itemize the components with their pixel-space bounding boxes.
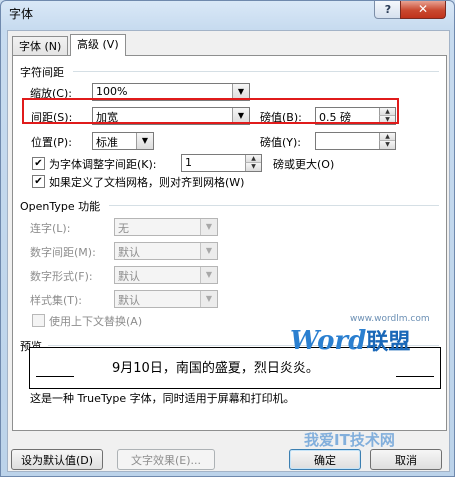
- help-button[interactable]: ?: [374, 1, 402, 19]
- stylistic-sets-combo[interactable]: 默认 ▼: [114, 290, 218, 308]
- chevron-down-icon[interactable]: ▼: [200, 243, 217, 259]
- close-button[interactable]: ✕: [400, 1, 446, 19]
- ligatures-label: 连字(L):: [30, 222, 71, 235]
- watermark-word: Word: [290, 326, 367, 356]
- position-combo[interactable]: 标准 ▼: [92, 132, 154, 150]
- font-description: 这是一种 TrueType 字体，同时适用于屏幕和打印机。: [30, 392, 295, 405]
- number-forms-combo[interactable]: 默认 ▼: [114, 266, 218, 284]
- kerning-checkbox[interactable]: ✔: [32, 157, 45, 170]
- section-divider: [109, 205, 439, 206]
- number-spacing-combo[interactable]: 默认 ▼: [114, 242, 218, 260]
- spin-down-icon[interactable]: ▼: [245, 162, 261, 171]
- snap-grid-checkbox[interactable]: ✔: [32, 175, 45, 188]
- preview-sample-text: 9月10日，南国的盛夏，烈日炎炎。: [112, 361, 319, 376]
- chevron-down-icon[interactable]: ▼: [136, 133, 153, 149]
- spacing-highlight-box: [22, 98, 399, 124]
- position-by-spinner[interactable]: ▲ ▼: [315, 132, 396, 150]
- ligatures-value: 无: [118, 222, 129, 235]
- spacing-section-title: 字符间距: [20, 66, 64, 79]
- font-dialog: 字体 ? ✕ 字体 (N) 高级 (V) 字符间距 缩放(C): 100% ▼ …: [0, 0, 455, 477]
- tab-font[interactable]: 字体 (N): [12, 36, 69, 56]
- kerning-suffix: 磅或更大(O): [273, 158, 335, 171]
- contextual-alternates-checkbox[interactable]: [32, 314, 45, 327]
- set-default-button[interactable]: 设为默认值(D): [11, 449, 103, 470]
- chevron-down-icon[interactable]: ▼: [200, 219, 217, 235]
- number-forms-value: 默认: [118, 270, 140, 283]
- watermark-url: www.wordlm.com: [350, 314, 430, 324]
- number-spacing-label: 数字间距(M):: [30, 246, 96, 259]
- section-divider: [73, 71, 439, 72]
- position-label: 位置(P):: [31, 136, 72, 149]
- snap-grid-label: 如果定义了文档网格，则对齐到网格(W): [49, 176, 245, 189]
- spin-down-icon[interactable]: ▼: [379, 140, 395, 149]
- contextual-alternates-label: 使用上下文替换(A): [49, 315, 143, 328]
- ligatures-combo[interactable]: 无 ▼: [114, 218, 218, 236]
- watermark-logo: www.wordlm.com Word联盟: [290, 314, 430, 356]
- text-effects-button[interactable]: 文字效果(E)...: [117, 449, 215, 470]
- cancel-button[interactable]: 取消: [370, 449, 442, 470]
- title-bar[interactable]: 字体 ? ✕: [1, 1, 454, 23]
- position-value: 标准: [96, 136, 118, 149]
- kerning-spinner[interactable]: 1 ▲ ▼: [181, 154, 262, 172]
- tab-advanced[interactable]: 高级 (V): [70, 34, 126, 56]
- preview-baseline-right: [396, 376, 434, 377]
- number-forms-label: 数字形式(F):: [30, 270, 93, 283]
- scale-value: 100%: [96, 85, 128, 98]
- chevron-down-icon[interactable]: ▼: [200, 291, 217, 307]
- kerning-label: 为字体调整字间距(K):: [49, 158, 157, 171]
- window-title: 字体: [9, 7, 34, 21]
- opentype-section-title: OpenType 功能: [20, 200, 101, 213]
- chevron-down-icon[interactable]: ▼: [200, 267, 217, 283]
- ok-button[interactable]: 确定: [289, 449, 361, 470]
- position-by-label: 磅值(Y):: [260, 136, 302, 149]
- watermark-bottom: 我爱IT技术网: [304, 431, 395, 449]
- stylistic-sets-value: 默认: [118, 294, 140, 307]
- stylistic-sets-label: 样式集(T):: [30, 294, 83, 307]
- preview-baseline-left: [36, 376, 74, 377]
- dialog-client: 字体 (N) 高级 (V) 字符间距 缩放(C): 100% ▼ 间距(S): …: [7, 30, 450, 472]
- number-spacing-value: 默认: [118, 246, 140, 259]
- watermark-cn: 联盟: [366, 330, 411, 355]
- kerning-value: 1: [185, 156, 192, 169]
